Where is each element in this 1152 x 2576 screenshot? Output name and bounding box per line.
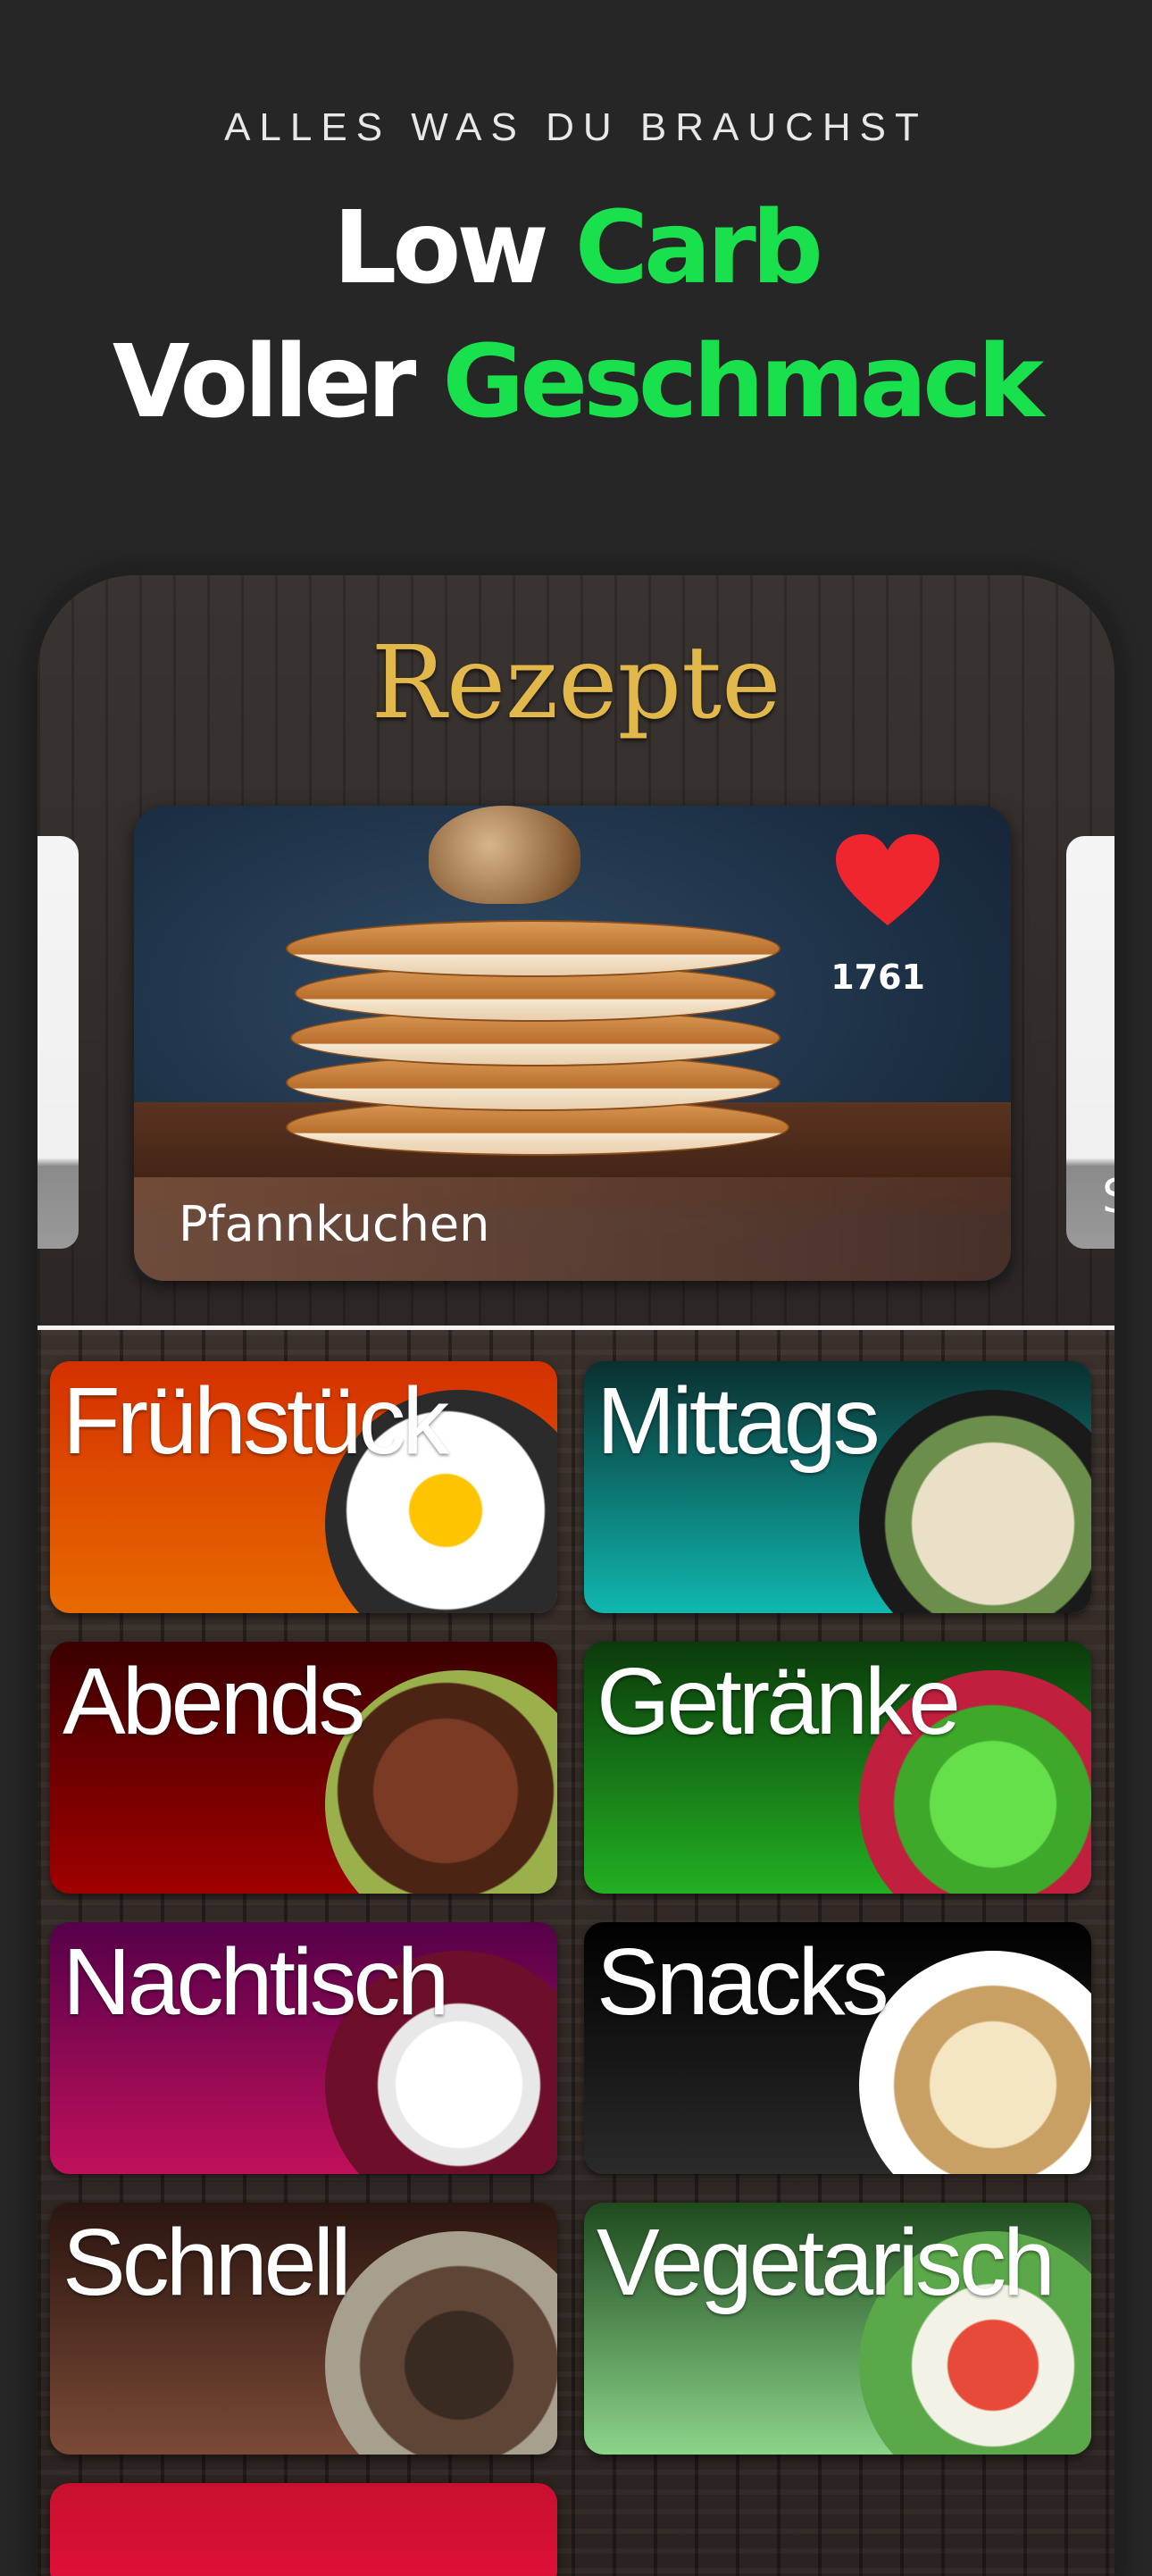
category-label: Mittags [597, 1368, 881, 1474]
category-vegetarisch[interactable]: Vegetarisch [584, 2203, 1091, 2455]
promo-headline-line2: Voller Geschmack [0, 332, 1152, 432]
category-label: Getränke [597, 1649, 961, 1754]
promo-headline-green-2: Geschmack [442, 324, 1044, 440]
lunch-food-image [859, 1390, 1091, 1613]
featured-recipe-card[interactable]: 1761 Pfannkuchen [134, 806, 1011, 1281]
featured-recipe-name: Pfannkuchen [179, 1196, 490, 1252]
clock-image [325, 2231, 557, 2455]
promo-headline-green-1: Carb [574, 190, 823, 306]
category-label: Schnell [63, 2210, 352, 2315]
carousel-next-label: S [1102, 1170, 1114, 1224]
promo-headline-line1: Low Carb [0, 198, 1152, 298]
promo-headline-white-1: Low [333, 190, 549, 306]
category-snacks[interactable]: Snacks [584, 1922, 1091, 2174]
featured-image-pancake [286, 920, 781, 977]
snack-image [859, 1951, 1091, 2174]
carousel-card-previous[interactable] [38, 836, 79, 1249]
category-getraenke[interactable]: Getränke [584, 1642, 1091, 1894]
promo-headline-white-2: Voller [112, 324, 416, 440]
phone-screen: Rezepte S 1761 Pfannkuchen Frühstück [38, 575, 1114, 2576]
category-mittags[interactable]: Mittags [584, 1361, 1091, 1613]
category-nachtisch[interactable]: Nachtisch [50, 1922, 557, 2174]
category-label: Nachtisch [63, 1929, 449, 2035]
heart-icon[interactable] [834, 832, 941, 931]
category-abends[interactable]: Abends [50, 1642, 557, 1894]
featured-image-walnut [429, 806, 580, 904]
category-label: Snacks [597, 1929, 889, 2035]
likes-count: 1761 [831, 958, 925, 997]
app-header: Rezepte S 1761 Pfannkuchen [38, 575, 1114, 1330]
promo-kicker: ALLES WAS DU BRAUCHST [224, 105, 928, 149]
carousel-card-next[interactable]: S [1066, 836, 1114, 1249]
category-fruehstueck[interactable]: Frühstück [50, 1361, 557, 1613]
category-label: Abends [63, 1649, 366, 1754]
category-label: Vegetarisch [597, 2210, 1056, 2315]
category-label: Frühstück [63, 1368, 449, 1474]
app-title: Rezepte [371, 625, 781, 741]
category-schnell[interactable]: Schnell [50, 2203, 557, 2455]
